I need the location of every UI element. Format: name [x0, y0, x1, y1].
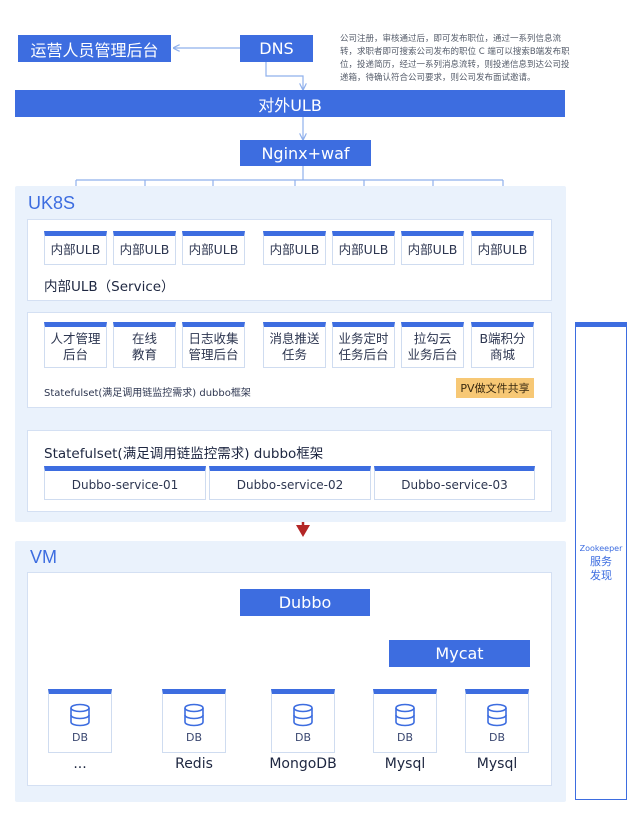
- service-card-logs: 日志收集 管理后台: [182, 322, 245, 368]
- dubbo-label: Dubbo: [278, 593, 332, 612]
- internal-ulb-card: 内部ULB: [44, 231, 107, 265]
- db-text: DB: [71, 730, 89, 744]
- database-icon: [70, 703, 90, 726]
- database-icon: [487, 703, 507, 726]
- db-text: DB: [185, 730, 203, 744]
- service-text: 拉勾云 业务后台: [407, 331, 458, 362]
- service-discovery-label: 服务发现: [590, 554, 612, 582]
- service-text: 业务定时 任务后台: [338, 331, 389, 362]
- internal-ulb-card: 内部ULB: [471, 231, 534, 265]
- service-card-talent: 人才管理 后台: [44, 322, 107, 368]
- db-name: Mysql: [476, 756, 518, 772]
- service-card-push: 消息推送 任务: [263, 322, 326, 368]
- db-name: Mysql: [384, 756, 426, 772]
- service-text: B端积分 商城: [479, 331, 526, 362]
- internal-ulb-card: 内部ULB: [113, 231, 176, 265]
- dubbo-box: Dubbo: [240, 589, 370, 616]
- service-text: 在线 教育: [131, 331, 157, 362]
- services-panel-label: Statefulset(满足调用链监控需求) dubbo框架: [44, 388, 251, 399]
- ops-backend-label: 运营人员管理后台: [30, 40, 159, 60]
- description-note: 公司注册，审核通过后，即可发布职位，通过一系列信息流转，求职者即可搜索公司发布的…: [340, 34, 570, 83]
- service-card-scheduler: 业务定时 任务后台: [332, 322, 395, 368]
- service-text: 日志收集 管理后台: [188, 331, 239, 362]
- db-text: DB: [294, 730, 312, 744]
- dns-label: DNS: [259, 39, 294, 58]
- zookeeper-label: Zookeeper: [579, 543, 623, 553]
- db-card-redis: DB: [162, 689, 226, 753]
- internal-ulb-card: 内部ULB: [332, 231, 395, 265]
- dns-box: DNS: [240, 35, 313, 62]
- db-card-mysql-2: DB: [465, 689, 529, 753]
- db-card-mysql-1: DB: [373, 689, 437, 753]
- db-name: Redis: [175, 756, 213, 772]
- service-card-points-mall: B端积分 商城: [471, 322, 534, 368]
- db-card-other: DB: [48, 689, 112, 753]
- mycat-box: Mycat: [389, 640, 530, 667]
- nginx-label: Nginx+waf: [261, 143, 350, 163]
- database-icon: [395, 703, 415, 726]
- internal-ulb-card: 内部ULB: [182, 231, 245, 265]
- database-icon: [184, 703, 204, 726]
- db-name: MongoDB: [269, 756, 337, 772]
- mycat-label: Mycat: [435, 644, 484, 663]
- dubbo-service-card: Dubbo-service-02: [209, 466, 371, 500]
- internal-ulb-card: 内部ULB: [401, 231, 464, 265]
- ops-backend-box: 运营人员管理后台: [18, 35, 171, 62]
- zookeeper-box: Zookeeper 服务发现: [575, 322, 627, 800]
- uk8s-title: UK8S: [28, 193, 76, 213]
- service-text: 人才管理 后台: [50, 331, 101, 362]
- db-card-mongodb: DB: [271, 689, 335, 753]
- dubbo-panel-label: Statefulset(满足调用链监控需求) dubbo框架: [44, 446, 324, 462]
- vm-title: VM: [30, 547, 57, 567]
- dubbo-service-card: Dubbo-service-01: [44, 466, 206, 500]
- external-ulb-label: 对外ULB: [258, 95, 322, 115]
- service-text: 消息推送 任务: [269, 331, 320, 362]
- db-text: DB: [396, 730, 414, 744]
- ulb-panel-label: 内部ULB（Service）: [44, 279, 175, 295]
- service-card-education: 在线 教育: [113, 322, 176, 368]
- external-ulb-bar: 对外ULB: [15, 90, 565, 117]
- database-icon: [293, 703, 313, 726]
- pv-tag: PV做文件共享: [456, 378, 534, 398]
- db-text: DB: [488, 730, 506, 744]
- nginx-box: Nginx+waf: [240, 140, 371, 166]
- db-name: ...: [73, 756, 87, 772]
- dubbo-service-card: Dubbo-service-03: [374, 466, 535, 500]
- internal-ulb-card: 内部ULB: [263, 231, 326, 265]
- service-card-lagou-cloud: 拉勾云 业务后台: [401, 322, 464, 368]
